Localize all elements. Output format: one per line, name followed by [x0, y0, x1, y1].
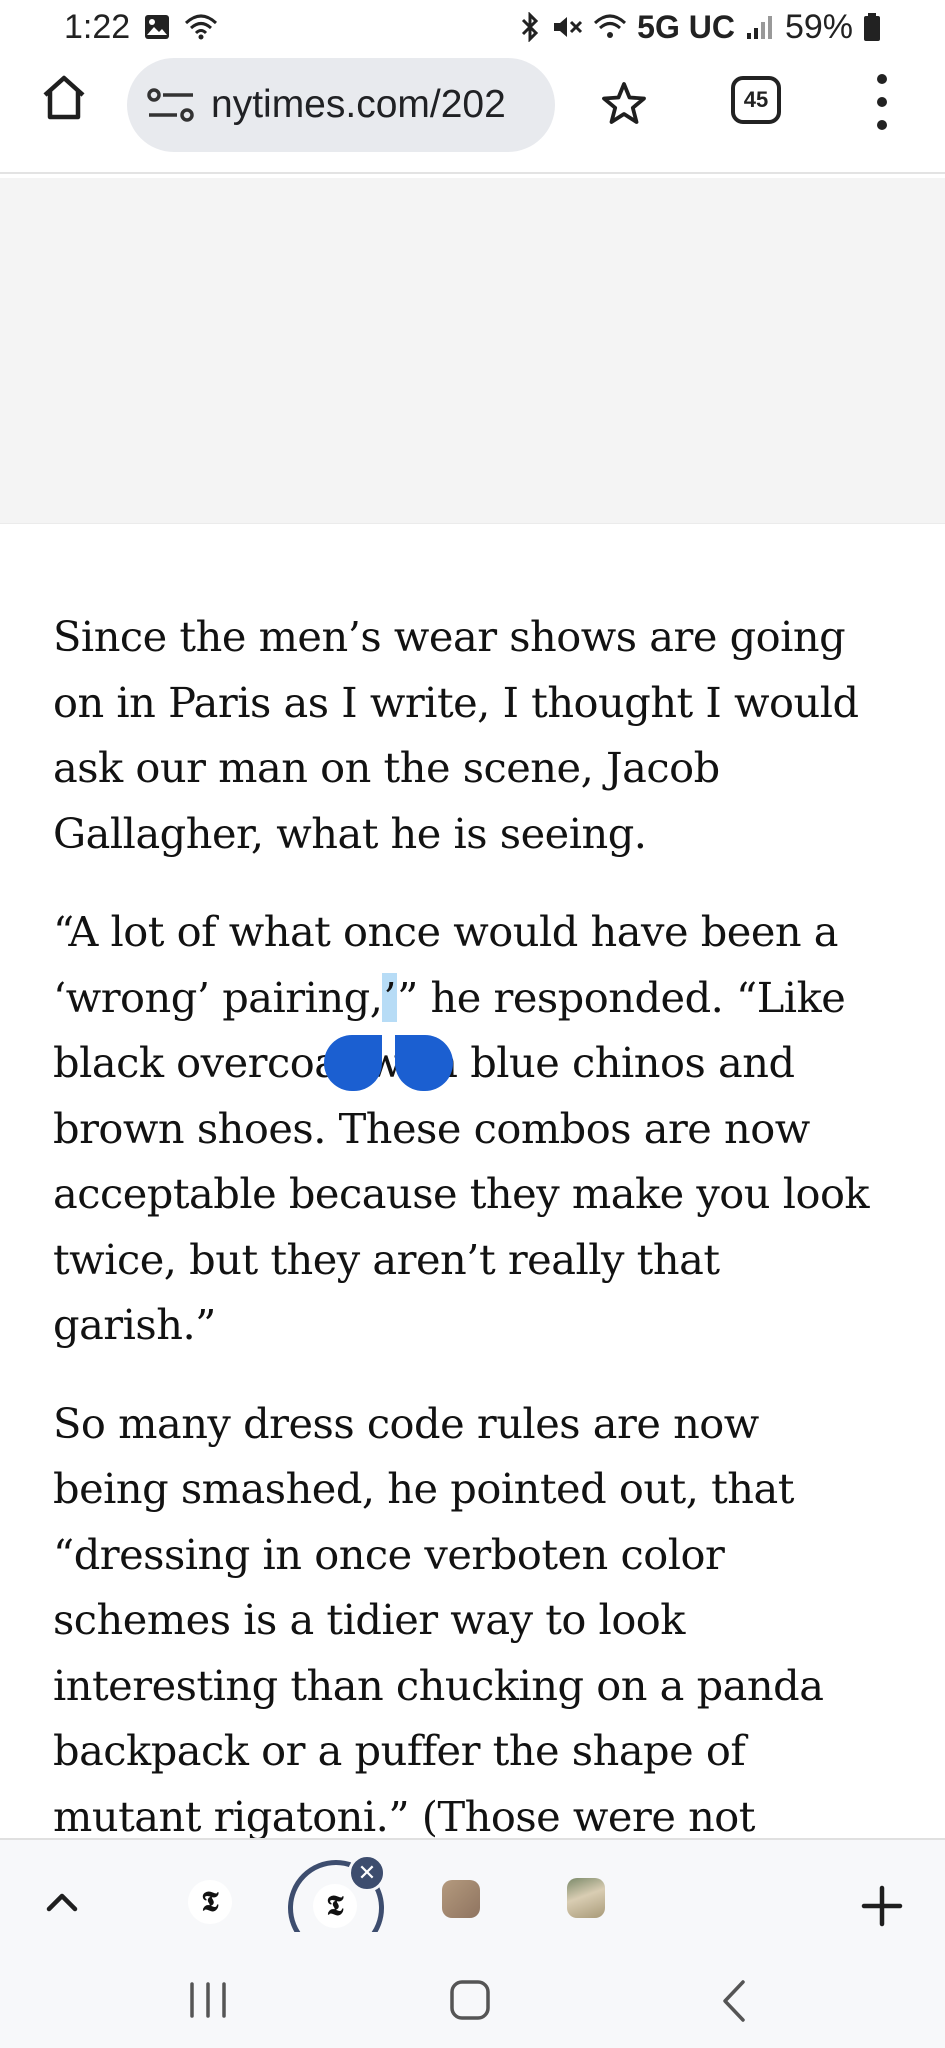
ad-placeholder: [0, 178, 945, 524]
text-line: Gallagher, what he is seeing.: [53, 808, 647, 858]
text-line: being smashed, he pointed out, that: [53, 1464, 794, 1513]
nyt-logo-icon: 𝕿: [326, 1889, 344, 1922]
text-line: garish.”: [53, 1300, 216, 1349]
text-line: ask our man on the scene, Jacob: [53, 743, 720, 792]
nyt-tab[interactable]: 𝕿: [188, 1880, 232, 1924]
browser-toolbar: nytimes.com/202 45: [0, 58, 945, 174]
image-icon: [144, 14, 170, 40]
text-line: on in Paris as I write, I thought I woul…: [53, 677, 859, 727]
text-line: Since the men’s wear shows are going: [53, 612, 846, 661]
battery-label: 59%: [784, 7, 853, 46]
text-line: backpack or a puffer the shape of: [53, 1726, 746, 1775]
bluetooth-icon: [519, 12, 541, 42]
text-fragment: ” he responded. “Like: [397, 972, 846, 1022]
url-text[interactable]: nytimes.com/202: [211, 83, 506, 127]
chevron-up-icon: [46, 1893, 78, 1912]
back-icon[interactable]: [717, 1978, 751, 2024]
more-icon[interactable]: [862, 74, 902, 130]
tab-strip: 𝕿 𝕿 ✕: [0, 1838, 945, 1958]
close-tab-button[interactable]: ✕: [348, 1854, 386, 1892]
text-line: schemes is a tidier way to look: [53, 1595, 685, 1644]
photo-tab[interactable]: [442, 1880, 480, 1918]
article-paragraph: “A lot of what once would have been a ‘w…: [53, 899, 903, 1358]
home-button[interactable]: [36, 70, 92, 126]
text-line: black overcoat with blue chinos and: [53, 1038, 795, 1087]
signal-icon: [745, 13, 775, 41]
selection-handle-start[interactable]: [324, 1035, 382, 1091]
mute-icon: [551, 12, 583, 42]
text-line: twice, but they aren’t really that: [53, 1234, 720, 1284]
nyt-tab-active[interactable]: 𝕿: [313, 1884, 357, 1928]
article-body: Since the men’s wear shows are going on …: [53, 604, 903, 1882]
close-icon: ✕: [357, 1860, 377, 1886]
expand-tabs-button[interactable]: [40, 1880, 84, 1924]
bookmark-button[interactable]: [596, 76, 652, 132]
status-bar: 1:22 5G UC 59%: [0, 0, 945, 54]
text-line: brown shoes. These combos are now: [53, 1103, 810, 1153]
battery-icon: [863, 12, 881, 42]
recents-icon[interactable]: [186, 1980, 230, 2020]
text-line: So many dress code rules are now: [53, 1398, 759, 1448]
text-line: “A lot of what once would have been a: [53, 907, 839, 956]
tabs-icon[interactable]: 45: [731, 76, 781, 124]
plus-icon: [861, 1885, 903, 1927]
system-nav-bar: [0, 1958, 945, 2048]
star-icon: [602, 82, 646, 124]
tab-count: 45: [743, 87, 769, 112]
home-nav-icon[interactable]: [449, 1980, 491, 2020]
home-icon: [43, 75, 85, 120]
text-fragment: ‘wrong’ pairing,: [53, 972, 383, 1022]
new-tab-button[interactable]: [858, 1882, 906, 1930]
selected-text[interactable]: ’: [382, 972, 398, 1022]
text-line: “dressing in once verboten color: [53, 1529, 725, 1579]
wifi-calling-icon: [184, 13, 218, 41]
selection-handle-end[interactable]: [395, 1035, 453, 1091]
site-settings-icon[interactable]: [145, 85, 197, 125]
network-label: 5G UC: [637, 8, 735, 45]
article-paragraph: So many dress code rules are now being s…: [53, 1391, 903, 1850]
text-line: acceptable because they make you look: [53, 1169, 870, 1218]
nyt-logo-icon: 𝕿: [201, 1885, 219, 1918]
text-line: interesting than chucking on a panda: [53, 1660, 824, 1710]
address-bar[interactable]: nytimes.com/202: [127, 58, 555, 152]
wifi-icon: [593, 13, 627, 41]
article-paragraph: Since the men’s wear shows are going on …: [53, 604, 903, 866]
text-line-with-selection: ‘wrong’ pairing,’” he responded. “Like: [53, 965, 903, 1031]
photo-tab-2[interactable]: [567, 1878, 605, 1918]
browser-screen: 1:22 5G UC 59% nytimes.com/202 45 Since …: [0, 0, 945, 2048]
status-time: 1:22: [64, 7, 131, 46]
